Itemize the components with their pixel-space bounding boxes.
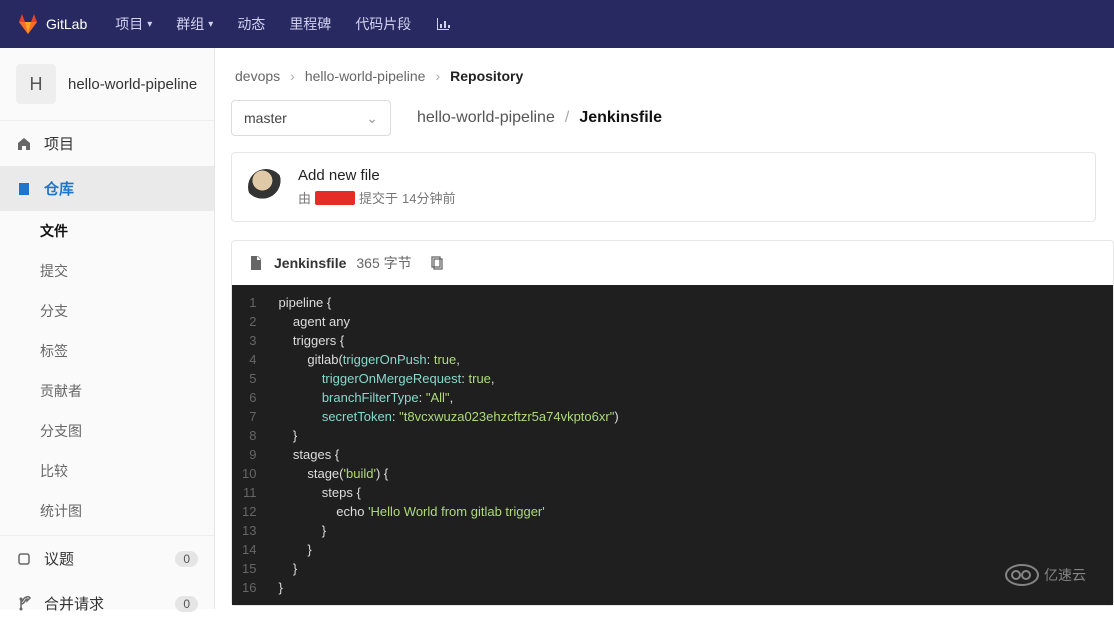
code-content[interactable]: pipeline { agent any triggers { gitlab(t… <box>266 285 630 605</box>
breadcrumb-root[interactable]: devops <box>235 68 280 84</box>
project-name: hello-world-pipeline <box>68 76 197 93</box>
home-icon <box>16 136 32 152</box>
sidebar-item-label: 项目 <box>44 133 74 154</box>
mr-count-badge: 0 <box>175 596 198 612</box>
top-navbar: GitLab 项目▾ 群组▾ 动态 里程碑 代码片段 <box>0 0 1114 48</box>
commit-title[interactable]: Add new file <box>298 167 456 184</box>
branch-selector[interactable]: master ⌄ <box>231 100 391 136</box>
sidebar-sub-files[interactable]: 文件 <box>0 211 214 251</box>
gitlab-logo-icon <box>16 12 40 36</box>
file-path: hello-world-pipeline / Jenkinsfile <box>417 109 662 127</box>
sidebar-sub-branches[interactable]: 分支 <box>0 291 214 331</box>
sidebar-sub-graph[interactable]: 分支图 <box>0 411 214 451</box>
breadcrumb: devops › hello-world-pipeline › Reposito… <box>235 68 1114 84</box>
nav-activity[interactable]: 动态 <box>225 14 277 34</box>
project-header[interactable]: H hello-world-pipeline <box>0 48 214 121</box>
branch-name: master <box>244 110 287 126</box>
chevron-down-icon: ▾ <box>208 19 213 30</box>
sidebar-sub-contributors[interactable]: 贡献者 <box>0 371 214 411</box>
issues-count-badge: 0 <box>175 551 198 567</box>
chevron-down-icon: ⌄ <box>366 110 378 127</box>
sidebar: H hello-world-pipeline 项目 仓库 文件 提交 分支 标签… <box>0 48 215 609</box>
watermark: 亿速云 <box>1004 560 1104 595</box>
brand-text: GitLab <box>46 16 87 32</box>
project-avatar: H <box>16 64 56 104</box>
copy-icon[interactable] <box>430 255 446 271</box>
chevron-right-icon: › <box>435 68 440 84</box>
brand[interactable]: GitLab <box>16 12 87 36</box>
issues-icon <box>16 551 32 567</box>
sidebar-sub-compare[interactable]: 比较 <box>0 451 214 491</box>
path-file: Jenkinsfile <box>579 109 662 127</box>
sidebar-item-merge-requests[interactable]: 合并请求 0 <box>0 581 214 626</box>
code-view: 12345678910111213141516 pipeline { agent… <box>232 285 1113 605</box>
breadcrumb-current: Repository <box>450 68 523 84</box>
nav-groups[interactable]: 群组▾ <box>164 14 225 34</box>
nav-milestones[interactable]: 里程碑 <box>277 14 343 34</box>
sidebar-item-label: 议题 <box>44 548 74 569</box>
sidebar-item-repository[interactable]: 仓库 <box>0 166 214 211</box>
sidebar-item-label: 仓库 <box>44 178 74 199</box>
file-name: Jenkinsfile <box>274 255 346 271</box>
sidebar-sub-tags[interactable]: 标签 <box>0 331 214 371</box>
main-content: devops › hello-world-pipeline › Reposito… <box>215 48 1114 609</box>
avatar[interactable] <box>248 169 284 205</box>
nav-projects[interactable]: 项目▾ <box>103 14 164 34</box>
file-header: Jenkinsfile 365 字节 <box>232 241 1113 285</box>
sidebar-sub-charts[interactable]: 统计图 <box>0 491 214 531</box>
commit-meta: 由 xx 提交于 14分钟前 <box>298 188 456 207</box>
last-commit-card: Add new file 由 xx 提交于 14分钟前 <box>231 152 1096 222</box>
author-redacted: xx <box>315 191 355 205</box>
merge-icon <box>16 596 32 612</box>
file-size: 365 字节 <box>356 253 411 273</box>
line-numbers: 12345678910111213141516 <box>232 285 266 605</box>
file-icon <box>248 255 264 271</box>
sidebar-item-label: 合并请求 <box>44 593 104 614</box>
sidebar-item-project[interactable]: 项目 <box>0 121 214 166</box>
sidebar-item-issues[interactable]: 议题 0 <box>0 536 214 581</box>
breadcrumb-project[interactable]: hello-world-pipeline <box>305 68 426 84</box>
chevron-right-icon: › <box>290 68 295 84</box>
nav-snippets[interactable]: 代码片段 <box>343 14 423 34</box>
path-root[interactable]: hello-world-pipeline <box>417 109 555 127</box>
svg-text:亿速云: 亿速云 <box>1044 567 1086 583</box>
repo-icon <box>16 181 32 197</box>
file-viewer: Jenkinsfile 365 字节 123456789101112131415… <box>231 240 1114 606</box>
chart-icon <box>435 16 451 32</box>
sidebar-sub-commits[interactable]: 提交 <box>0 251 214 291</box>
nav-analytics[interactable] <box>423 16 463 32</box>
chevron-down-icon: ▾ <box>147 19 152 30</box>
